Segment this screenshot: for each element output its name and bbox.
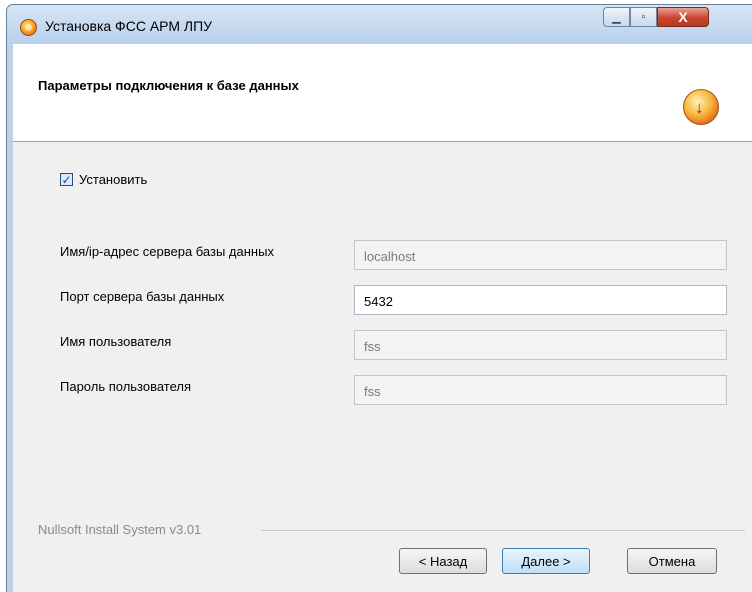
password-input[interactable]: fss (354, 375, 727, 405)
footer-divider (261, 530, 745, 531)
window-title: Установка ФСС АРМ ЛПУ (45, 18, 213, 34)
next-button[interactable]: Далее > (502, 548, 590, 574)
user-input[interactable]: fss (354, 330, 727, 360)
installer-window: Установка ФСС АРМ ЛПУ ▁ ▫ X Параметры по… (6, 4, 752, 592)
nsis-brand-label: Nullsoft Install System v3.01 (38, 522, 202, 537)
cancel-button[interactable]: Отмена (627, 548, 717, 574)
minimize-button[interactable]: ▁ (603, 7, 630, 27)
user-label: Имя пользователя (60, 334, 172, 349)
installer-icon (20, 19, 37, 36)
close-button[interactable]: X (657, 7, 709, 27)
install-logo-icon (683, 89, 719, 125)
page-header: Параметры подключения к базе данных (13, 44, 752, 142)
port-label: Порт сервера базы данных (60, 289, 225, 304)
server-label: Имя/ip-адрес сервера базы данных (60, 244, 274, 259)
server-input[interactable]: localhost (354, 240, 727, 270)
install-checkbox[interactable]: ✓ (60, 173, 73, 186)
back-button[interactable]: < Назад (399, 548, 487, 574)
install-checkbox-row[interactable]: ✓ Установить (60, 172, 147, 187)
password-label: Пароль пользователя (60, 379, 192, 394)
install-checkbox-label: Установить (79, 172, 148, 187)
port-input[interactable]: 5432 (354, 285, 727, 315)
page-title: Параметры подключения к базе данных (38, 78, 299, 93)
window-controls: ▁ ▫ X (603, 7, 709, 29)
maximize-button[interactable]: ▫ (630, 7, 657, 27)
dialog-body: Параметры подключения к базе данных ✓ Ус… (13, 44, 752, 592)
title-bar[interactable]: Установка ФСС АРМ ЛПУ ▁ ▫ X (7, 5, 752, 44)
